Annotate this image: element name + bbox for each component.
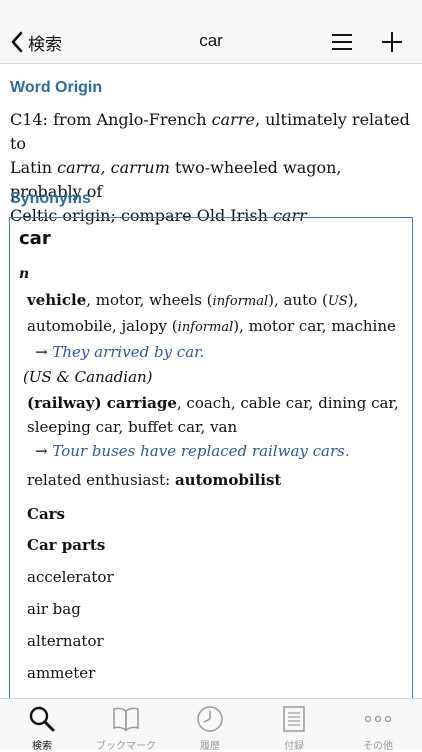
menu-button[interactable] [331,33,353,56]
back-button[interactable]: 検索 [10,26,62,58]
synonyms-headword: car [19,228,51,249]
related-term: related enthusiast: automobilist [27,471,282,489]
page-title: car [199,31,223,50]
tab-appendix[interactable]: 付録 [252,699,336,752]
tab-search[interactable]: 検索 [0,699,84,752]
example-sentence: They arrived by car. [52,343,205,361]
tab-bar: 検索 ブックマーク 履歴 付録 その他 [0,698,422,752]
list-item[interactable]: ammeter [27,664,95,682]
register-label: (US & Canadian) [23,368,153,386]
list-item[interactable]: alternator [27,632,104,650]
example-sentence: Tour buses have replaced railway cars. [52,442,350,460]
more-icon [364,715,392,723]
clock-icon [197,706,223,732]
cars-heading: Cars [27,505,66,523]
word-origin-heading: Word Origin [10,79,103,96]
arrow-icon: → [35,343,48,361]
book-icon [113,707,139,732]
synonyms-heading: Synonyms [10,190,91,207]
sense-2: (railway) carriage, coach, cable car, di… [27,394,399,460]
chevron-left-icon [11,31,23,53]
tab-history[interactable]: 履歴 [168,699,252,752]
part-of-speech: n [19,266,30,282]
plus-icon [382,32,402,52]
entry-content[interactable]: Word Origin C14: from Anglo-French carre… [0,64,422,698]
navigation-bar: 検索 car [0,0,422,64]
car-parts-heading: Car parts [27,536,106,554]
tab-bookmarks[interactable]: ブックマーク [84,699,168,752]
back-button-label: 検索 [28,34,62,55]
search-icon [29,706,55,732]
tab-more[interactable]: その他 [336,699,420,752]
add-button[interactable] [381,31,403,58]
menu-icon [332,34,352,50]
sense-1: vehicle, motor, wheels (informal), auto … [27,291,396,361]
list-item[interactable]: accelerator [27,568,114,586]
arrow-icon: → [35,442,48,460]
document-icon [283,706,305,732]
word-origin-text: C14: from Anglo-French carre, ultimately… [10,110,410,225]
synonyms-box: car n vehicle, motor, wheels (informal),… [9,217,413,698]
list-item[interactable]: air bag [27,600,81,618]
